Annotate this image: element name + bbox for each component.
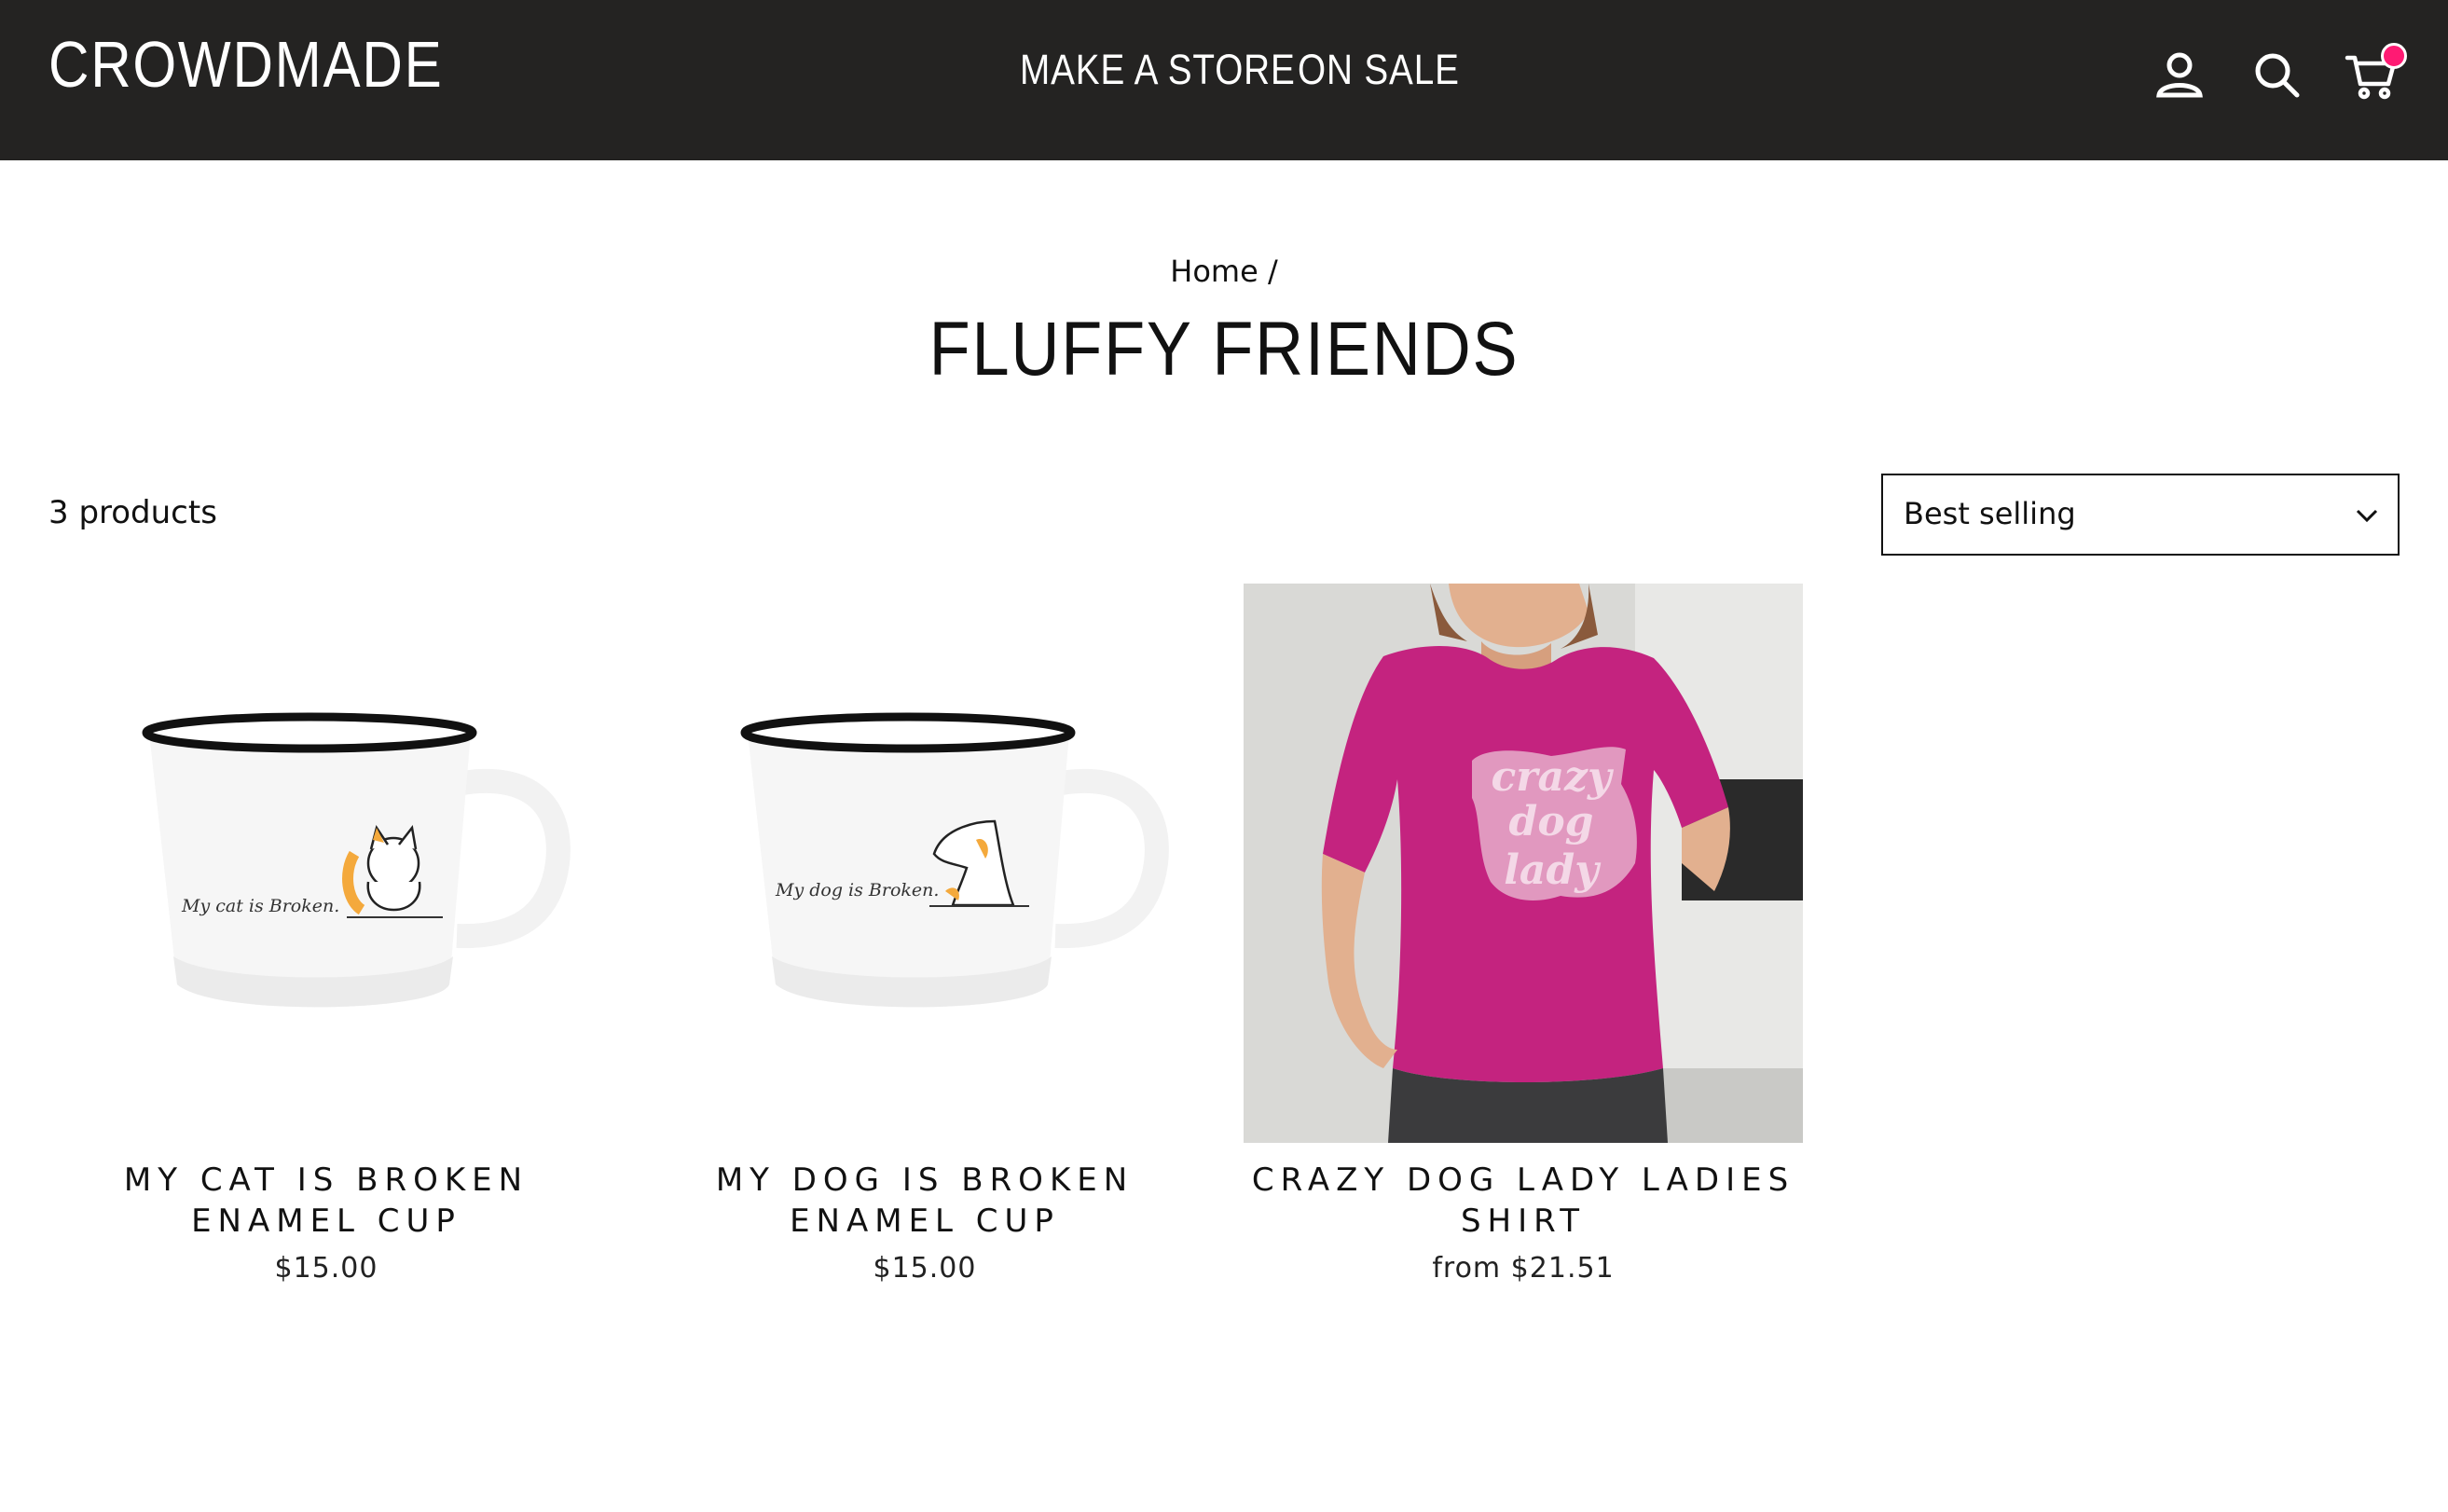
product-price: from $21.51 [1432,1252,1615,1285]
product-image-dog-mug[interactable]: My dog is Broken. [645,584,1204,1143]
product-title[interactable]: CRAZY DOG LADY LADIES SHIRT [1244,1160,1803,1242]
product-image-cat-mug[interactable]: My cat is Broken. [47,584,606,1143]
chevron-down-icon [2356,509,2378,523]
nav-on-sale[interactable]: ON SALE [1298,48,1460,90]
search-icon[interactable] [2249,47,2304,103]
store-logo[interactable]: CROWDMADE [48,32,443,97]
sort-selected-value: Best selling [1904,496,2076,531]
breadcrumb[interactable]: Home / [0,254,2448,289]
cart-badge [2381,43,2407,69]
page-title: FLUFFY FRIENDS [928,307,1520,392]
product-count: 3 products [48,494,217,531]
nav-make-a-store[interactable]: MAKE A STORE [1020,48,1296,90]
shirt-print-line-2: dog [1509,798,1594,845]
site-header: CROWDMADE MAKE A STORE ON SALE [0,0,2448,160]
product-title[interactable]: MY CAT IS BROKEN ENAMEL CUP [47,1160,606,1242]
product-title[interactable]: MY DOG IS BROKEN ENAMEL CUP [645,1160,1204,1242]
shirt-print-line-3: lady [1504,846,1602,894]
mug-print-text: My cat is Broken. [181,896,339,916]
product-image-crazy-dog-lady-shirt[interactable]: crazy dog lady [1244,584,1803,1143]
account-icon[interactable] [2152,47,2207,103]
sort-select[interactable]: Best selling [1881,474,2400,556]
shirt-print-line-1: crazy [1491,753,1614,801]
product-price: $15.00 [873,1252,977,1285]
product-price: $15.00 [274,1252,378,1285]
mug-print-text: My dog is Broken. [775,880,939,900]
